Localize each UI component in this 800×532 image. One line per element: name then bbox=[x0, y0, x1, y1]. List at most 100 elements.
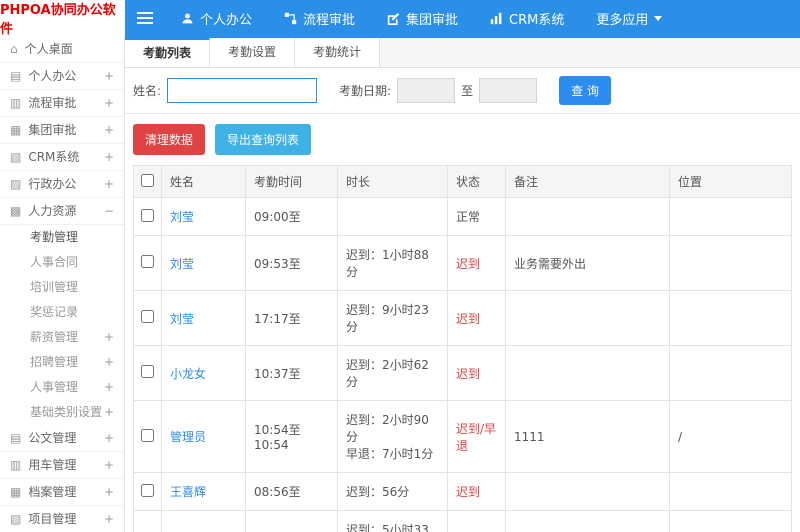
briefcase-icon: ▨ bbox=[10, 177, 22, 191]
sidebar-item-base-category[interactable]: 基础类别设置 + bbox=[0, 400, 124, 425]
header-location: 位置 bbox=[669, 165, 792, 198]
header-duration: 时长 bbox=[337, 165, 448, 198]
table-row: 刘莹 09:53至 迟到：1小时88分 迟到 业务需要外出 bbox=[133, 235, 792, 291]
sidebar-item-attendance[interactable]: 考勤管理 bbox=[0, 225, 124, 250]
attendance-table-wrap: 姓名 考勤时间 时长 状态 备注 位置 刘莹 09:00至 正常 刘莹 09:5… bbox=[133, 165, 792, 532]
folder-icon: ▦ bbox=[10, 485, 22, 499]
sidebar-item-salary[interactable]: 薪资管理 + bbox=[0, 325, 124, 350]
nav-label: 个人办公 bbox=[200, 12, 253, 28]
sidebar-item-crm[interactable]: ▧ CRM系统 + bbox=[0, 144, 124, 171]
tab-attendance-stats[interactable]: 考勤统计 bbox=[295, 38, 381, 67]
name-filter-label: 姓名: bbox=[133, 84, 162, 98]
sidebar-item-hr[interactable]: ▩ 人力资源 − bbox=[0, 198, 124, 225]
table-row: 王喜辉 08:56至 迟到：56分 迟到 bbox=[133, 472, 792, 511]
employee-name-link[interactable]: 小龙女 bbox=[170, 367, 206, 381]
attendance-time: 09:53至 bbox=[245, 235, 338, 291]
employee-name-link[interactable]: 管理员 bbox=[170, 430, 206, 444]
sidebar-item-archive[interactable]: ▦ 档案管理 + bbox=[0, 479, 124, 506]
nav-group-approval[interactable]: 集团审批 bbox=[371, 0, 474, 36]
table-row: 刘莹 17:17至 迟到：9小时23分 迟到 bbox=[133, 290, 792, 346]
table-row: 刘莹 09:00至 正常 bbox=[133, 197, 792, 236]
employee-name-link[interactable]: 刘莹 bbox=[170, 210, 194, 224]
nav-workflow-approval[interactable]: 流程审批 bbox=[268, 0, 371, 36]
attendance-time: 17:17至 bbox=[245, 290, 338, 346]
row-checkbox[interactable] bbox=[141, 310, 154, 323]
location: / bbox=[669, 400, 792, 473]
nav-more-apps[interactable]: 更多应用 bbox=[580, 0, 678, 36]
search-button[interactable]: 查 询 bbox=[559, 76, 611, 105]
sidebar-item-personnel[interactable]: 人事管理 + bbox=[0, 375, 124, 400]
location bbox=[669, 290, 792, 346]
sidebar-item-project[interactable]: ▧ 项目管理 + bbox=[0, 506, 124, 532]
sidebar-item-personal-office[interactable]: ▤ 个人办公 + bbox=[0, 63, 124, 90]
attendance-time: 10:54至10:54 bbox=[245, 400, 338, 473]
row-checkbox[interactable] bbox=[141, 483, 154, 497]
top-bar: PHPOA协同办公软件 个人办公 流程审批 集团审批 CRM系统 更多应用 bbox=[0, 0, 800, 37]
remark bbox=[505, 197, 670, 236]
sidebar-item-desktop[interactable]: ⌂ 个人桌面 bbox=[0, 36, 124, 63]
date-from-input[interactable] bbox=[397, 78, 456, 103]
duration bbox=[337, 197, 448, 236]
menu-icon bbox=[137, 17, 153, 19]
sidebar-item-training[interactable]: 培训管理 bbox=[0, 275, 124, 300]
duration: 迟到：9小时23分 bbox=[337, 290, 448, 346]
tab-attendance-settings[interactable]: 考勤设置 bbox=[210, 38, 296, 67]
clipboard-icon: ▧ bbox=[10, 512, 22, 526]
status-text: 迟到 bbox=[456, 485, 481, 499]
row-checkbox[interactable] bbox=[141, 208, 154, 222]
clean-data-button[interactable]: 清理数据 bbox=[133, 124, 206, 155]
app: PHPOA协同办公软件 个人办公 流程审批 集团审批 CRM系统 更多应用 ⌂ … bbox=[0, 0, 800, 532]
duration: 迟到：5小时33分 早退：4小时67分 bbox=[337, 510, 448, 532]
top-nav: 个人办公 流程审批 集团审批 CRM系统 更多应用 bbox=[165, 0, 678, 36]
row-checkbox[interactable] bbox=[141, 255, 154, 268]
export-list-button[interactable]: 导出查询列表 bbox=[215, 124, 312, 155]
sidebar-item-recruit[interactable]: 招聘管理 + bbox=[0, 350, 124, 375]
location bbox=[669, 197, 792, 236]
attendance-time: 13:20至13:20 bbox=[245, 510, 338, 532]
sidebar-item-workflow[interactable]: ▥ 流程审批 + bbox=[0, 90, 124, 117]
nav-label: 流程审批 bbox=[303, 12, 356, 28]
tab-attendance-list[interactable]: 考勤列表 bbox=[125, 38, 211, 67]
name-filter-input[interactable] bbox=[167, 78, 318, 103]
employee-name-link[interactable]: 刘莹 bbox=[170, 312, 194, 326]
user-icon: ▤ bbox=[10, 69, 22, 83]
date-filter-label: 考勤日期: bbox=[339, 84, 392, 98]
nav-personal-office[interactable]: 个人办公 bbox=[165, 0, 268, 36]
header-remark: 备注 bbox=[505, 165, 670, 198]
remark bbox=[505, 472, 670, 511]
car-icon: ▥ bbox=[10, 458, 22, 472]
sidebar-item-document[interactable]: ▤ 公文管理 + bbox=[0, 425, 124, 452]
duration: 迟到：1小时88分 bbox=[337, 235, 448, 291]
sidebar: ⌂ 个人桌面 ▤ 个人办公 + ▥ 流程审批 + ▦ 集团审批 + ▧ CRM系… bbox=[0, 36, 125, 532]
main-layout: ⌂ 个人桌面 ▤ 个人办公 + ▥ 流程审批 + ▦ 集团审批 + ▧ CRM系… bbox=[0, 36, 800, 532]
remark bbox=[505, 345, 670, 401]
hamburger-menu-icon[interactable] bbox=[125, 0, 165, 36]
main-content: 考勤列表 考勤设置 考勤统计 姓名: 考勤日期: 至 查 询 清理数据 导出查询… bbox=[125, 36, 800, 532]
remark bbox=[505, 510, 670, 532]
nav-crm-system[interactable]: CRM系统 bbox=[474, 0, 580, 36]
sidebar-item-rewards[interactable]: 奖惩记录 bbox=[0, 300, 124, 325]
sidebar-item-group-approval[interactable]: ▦ 集团审批 + bbox=[0, 117, 124, 144]
date-to-input[interactable] bbox=[479, 78, 538, 103]
select-all-checkbox[interactable] bbox=[141, 173, 154, 187]
duration: 迟到：2小时62分 bbox=[337, 345, 448, 401]
date-to-label: 至 bbox=[461, 84, 474, 98]
approval-icon: ▦ bbox=[10, 123, 22, 137]
filter-bar: 姓名: 考勤日期: 至 查 询 bbox=[125, 68, 800, 114]
employee-name-link[interactable]: 刘莹 bbox=[170, 257, 194, 271]
chart-icon bbox=[490, 12, 502, 24]
sidebar-item-vehicle[interactable]: ▥ 用车管理 + bbox=[0, 452, 124, 479]
sidebar-item-admin-office[interactable]: ▨ 行政办公 + bbox=[0, 171, 124, 198]
remark: 业务需要外出 bbox=[505, 235, 670, 291]
flow-icon bbox=[284, 12, 297, 24]
location bbox=[669, 345, 792, 401]
row-checkbox[interactable] bbox=[141, 428, 154, 442]
location bbox=[669, 235, 792, 291]
row-checkbox[interactable] bbox=[141, 365, 154, 378]
book-icon: ▩ bbox=[10, 204, 22, 218]
table-row: 小龙女 10:37至 迟到：2小时62分 迟到 bbox=[133, 345, 792, 401]
tab-bar: 考勤列表 考勤设置 考勤统计 bbox=[125, 38, 800, 68]
sidebar-item-hr-contract[interactable]: 人事合同 bbox=[0, 250, 124, 275]
employee-name-link[interactable]: 王喜辉 bbox=[170, 485, 206, 499]
action-bar: 清理数据 导出查询列表 bbox=[125, 114, 800, 165]
